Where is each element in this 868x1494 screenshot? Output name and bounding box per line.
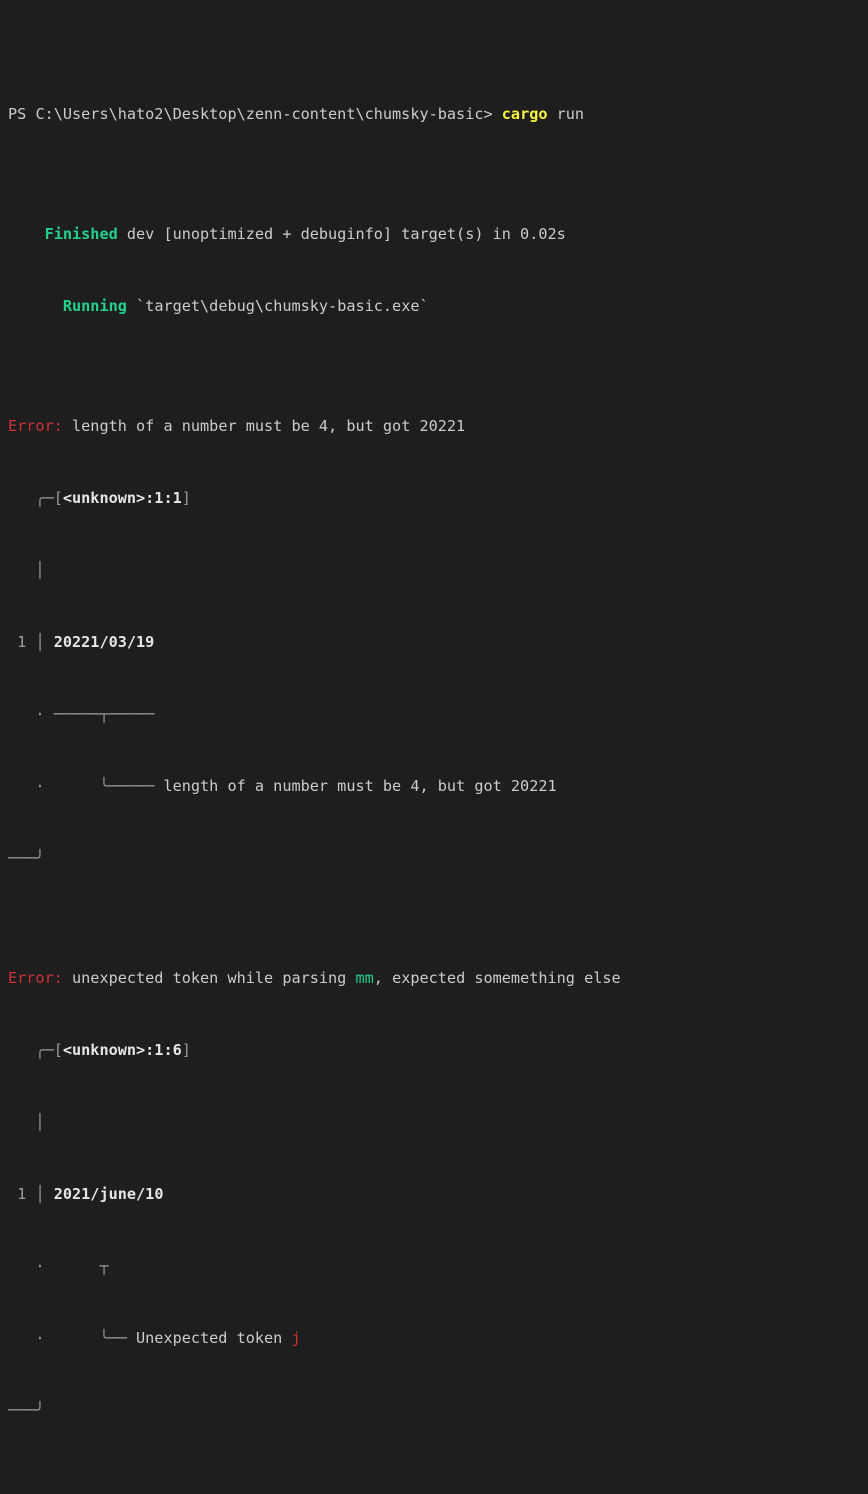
terminal-window[interactable]: PS C:\Users\hato2\Desktop\zenn-content\c…	[0, 0, 868, 1419]
gutter-bracket-close: ]	[181, 489, 191, 507]
error-header: Error: length of a number must be 4, but…	[0, 414, 868, 438]
gutter-dot: ·	[8, 1257, 54, 1275]
gutter-corner: ╭─[	[8, 489, 63, 507]
line-number: 1	[8, 633, 27, 651]
error-header: Error: unexpected token while parsing mm…	[0, 966, 868, 990]
error-blank-line: │	[0, 1110, 868, 1134]
error-note: Unexpected token	[136, 1329, 292, 1347]
command-args: run	[547, 105, 585, 123]
marker-connector: ╰─────	[53, 777, 164, 795]
error-note-highlight: j	[291, 1329, 301, 1347]
cargo-indent	[8, 297, 63, 315]
error-note: length of a number must be 4, but got 20…	[163, 777, 557, 795]
cargo-indent	[8, 225, 45, 243]
error-marker-line: · ─────┬─────	[0, 702, 868, 726]
error-message-pre: length of a number must be 4, but got 20…	[62, 417, 466, 435]
error-message-post: , expected somemething else	[373, 969, 621, 987]
error-label: Error:	[8, 417, 63, 435]
marker-underline: ─────┬─────	[53, 705, 155, 723]
gutter-close: ───╯	[8, 1401, 45, 1419]
gutter-dot: ·	[8, 705, 54, 723]
error-message-pre: unexpected token while parsing	[62, 969, 356, 987]
command-name: cargo	[501, 105, 548, 123]
gutter-bar: │	[8, 561, 45, 579]
error-close-line: ───╯	[0, 1398, 868, 1422]
gutter-bracket-close: ]	[181, 1041, 191, 1059]
gutter-corner: ╭─[	[8, 1041, 63, 1059]
source-code: 20221/03/19	[53, 633, 155, 651]
error-note-line: · ╰───── length of a number must be 4, b…	[0, 774, 868, 798]
error-source-line: 1 │ 20221/03/19	[0, 630, 868, 654]
cargo-status-label: Finished	[44, 225, 118, 243]
gutter-close: ───╯	[8, 849, 45, 867]
source-code: 2021/june/10	[53, 1185, 164, 1203]
error-marker-line: · ┬	[0, 1254, 868, 1278]
gutter-bar: │	[26, 1185, 54, 1203]
error-close-line: ───╯	[0, 846, 868, 870]
error-source-line: 1 │ 2021/june/10	[0, 1182, 868, 1206]
cargo-status-label: Running	[62, 297, 127, 315]
gutter-bar: │	[26, 633, 54, 651]
error-location: <unknown>:1:6	[62, 1041, 182, 1059]
error-note-line: · ╰── Unexpected token j	[0, 1326, 868, 1350]
marker-connector: ╰──	[53, 1329, 137, 1347]
gutter-dot: ·	[8, 1329, 54, 1347]
error-location-line: ╭─[<unknown>:1:6]	[0, 1038, 868, 1062]
gutter-dot: ·	[8, 777, 54, 795]
error-message-highlight: mm	[355, 969, 374, 987]
error-location-line: ╭─[<unknown>:1:1]	[0, 486, 868, 510]
error-location: <unknown>:1:1	[62, 489, 182, 507]
error-blank-line: │	[0, 558, 868, 582]
prompt-cwd: C:\Users\hato2\Desktop\zenn-content\chum…	[35, 105, 484, 123]
prompt-caret: >	[483, 105, 502, 123]
prompt-ps: PS	[8, 105, 36, 123]
cargo-status-detail: `target\debug\chumsky-basic.exe`	[126, 297, 429, 315]
prompt-line: PS C:\Users\hato2\Desktop\zenn-content\c…	[0, 102, 868, 126]
cargo-status-detail: dev [unoptimized + debuginfo] target(s) …	[117, 225, 566, 243]
gutter-bar: │	[8, 1113, 45, 1131]
cargo-status-line: Running `target\debug\chumsky-basic.exe`	[0, 294, 868, 318]
cargo-status-line: Finished dev [unoptimized + debuginfo] t…	[0, 222, 868, 246]
error-label: Error:	[8, 969, 63, 987]
line-number: 1	[8, 1185, 27, 1203]
marker-underline: ┬	[53, 1257, 109, 1275]
